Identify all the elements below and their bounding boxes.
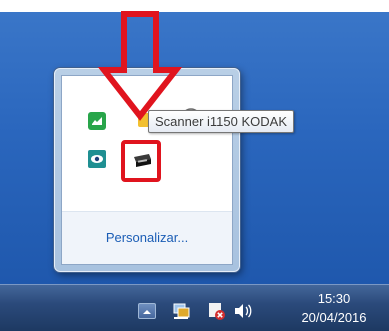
network-icon[interactable] bbox=[172, 301, 192, 321]
taskbar-clock[interactable]: 15:30 20/04/2016 bbox=[276, 289, 389, 327]
clock-date: 20/04/2016 bbox=[301, 310, 367, 325]
red-arrow-annotation bbox=[97, 11, 183, 121]
action-center-icon[interactable] bbox=[206, 301, 226, 321]
scanner-tooltip: Scanner i1150 KODAK bbox=[148, 110, 294, 133]
volume-icon[interactable] bbox=[232, 301, 252, 321]
show-hidden-icons-icon bbox=[143, 310, 151, 314]
show-hidden-icons-button[interactable] bbox=[138, 303, 156, 319]
clock-time: 15:30 bbox=[317, 291, 351, 306]
